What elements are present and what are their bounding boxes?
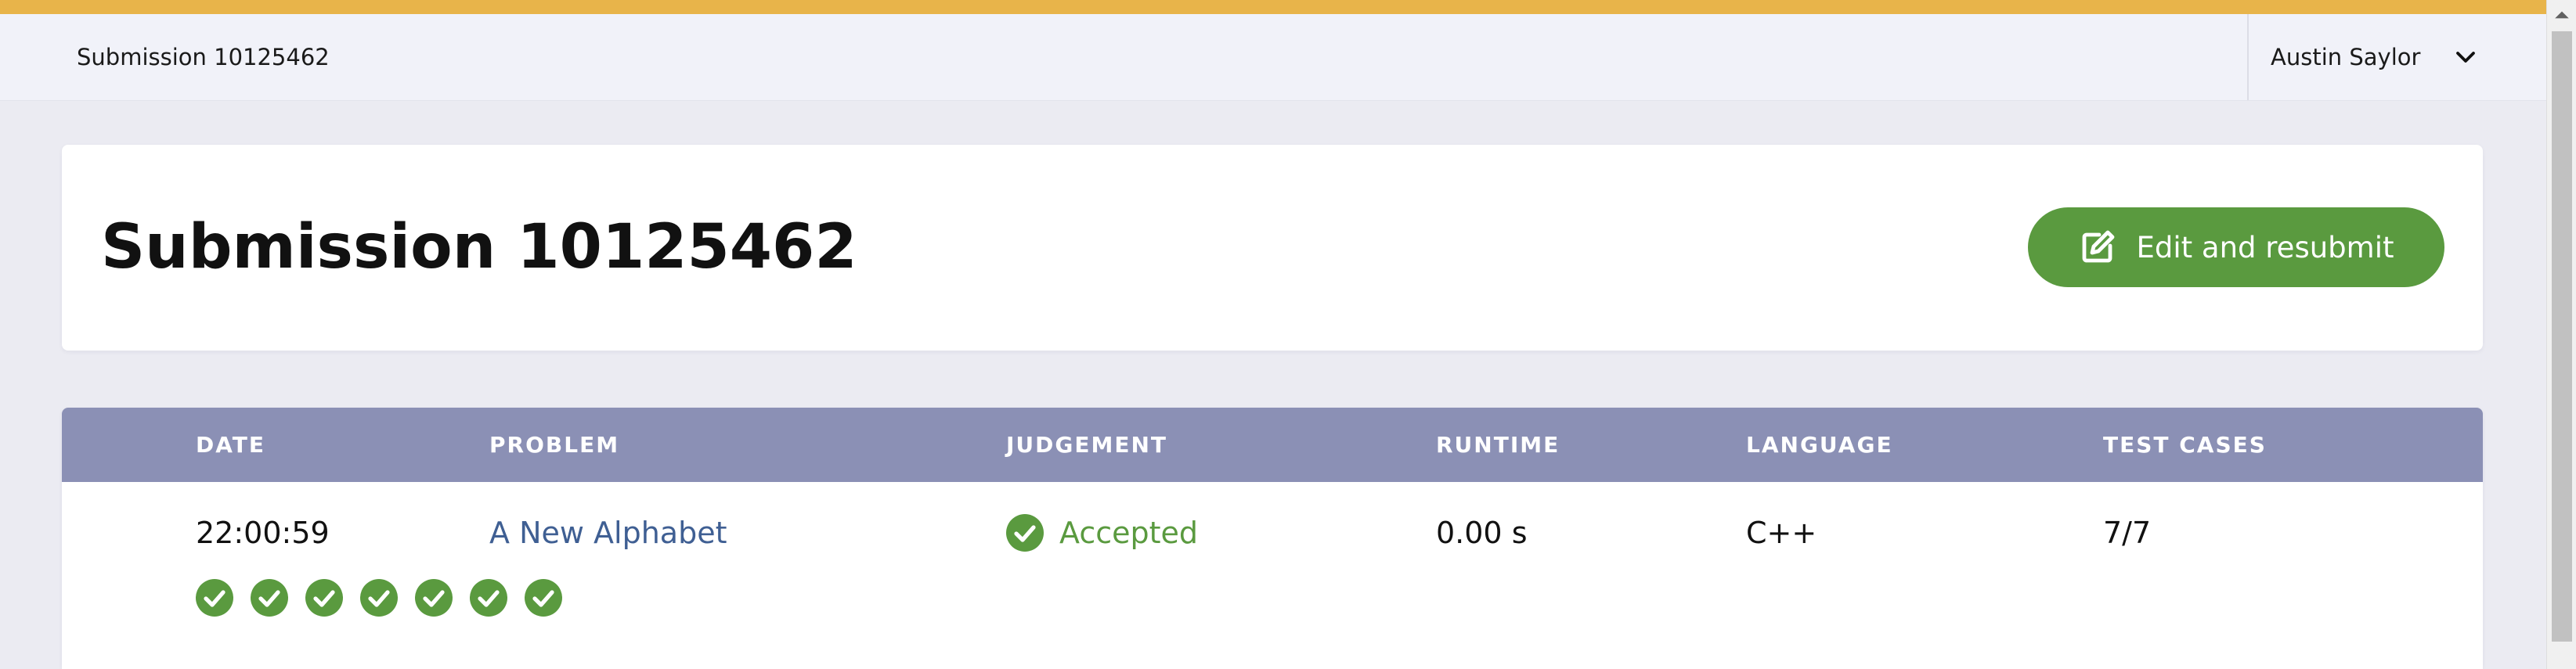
user-name[interactable]: Austin Saylor — [2271, 14, 2420, 100]
submission-date: 22:00:59 — [196, 516, 330, 550]
edit-icon — [2082, 230, 2114, 263]
test-case-passed-icon[interactable] — [525, 579, 562, 617]
test-case-passed-icon[interactable] — [251, 579, 288, 617]
top-accent-bar — [0, 0, 2546, 14]
top-bar: Submission 10125462 Austin Saylor — [0, 14, 2546, 101]
column-header-runtime: RUNTIME — [1436, 432, 1560, 458]
column-header-problem: PROBLEM — [489, 432, 620, 458]
page-title: Submission 10125462 — [101, 212, 857, 282]
scrollbar[interactable] — [2546, 0, 2576, 669]
language-value: C++ — [1746, 516, 1817, 550]
judgement-label: Accepted — [1059, 516, 1199, 550]
submission-table: DATE PROBLEM JUDGEMENT RUNTIME LANGUAGE … — [62, 408, 2483, 669]
runtime-value: 0.00 s — [1436, 516, 1528, 550]
test-case-passed-icon[interactable] — [305, 579, 343, 617]
column-header-language: LANGUAGE — [1746, 432, 1893, 458]
test-case-passed-icon[interactable] — [470, 579, 507, 617]
scroll-up-arrow-icon[interactable] — [2553, 6, 2571, 23]
column-header-test-cases: TEST CASES — [2103, 432, 2267, 458]
test-case-results — [196, 579, 562, 617]
column-header-judgement: JUDGEMENT — [1006, 432, 1168, 458]
test-cases-value: 7/7 — [2103, 516, 2152, 550]
judgement-status: Accepted — [1006, 509, 1198, 556]
column-header-date: DATE — [196, 432, 265, 458]
problem-link[interactable]: A New Alphabet — [489, 509, 727, 556]
user-menu[interactable]: Austin Saylor — [2247, 14, 2548, 100]
title-card: Submission 10125462 Edit and resubmit — [62, 145, 2483, 351]
table-header: DATE PROBLEM JUDGEMENT RUNTIME LANGUAGE … — [62, 408, 2483, 482]
resubmit-button-label: Edit and resubmit — [2136, 230, 2394, 264]
test-case-passed-icon[interactable] — [196, 579, 233, 617]
scrollbar-thumb[interactable] — [2552, 31, 2572, 642]
test-case-passed-icon[interactable] — [415, 579, 453, 617]
chevron-down-icon[interactable] — [2454, 45, 2477, 69]
edit-and-resubmit-button[interactable]: Edit and resubmit — [2028, 207, 2444, 287]
breadcrumb: Submission 10125462 — [77, 44, 330, 70]
test-case-passed-icon[interactable] — [360, 579, 398, 617]
check-circle-icon — [1006, 514, 1044, 552]
